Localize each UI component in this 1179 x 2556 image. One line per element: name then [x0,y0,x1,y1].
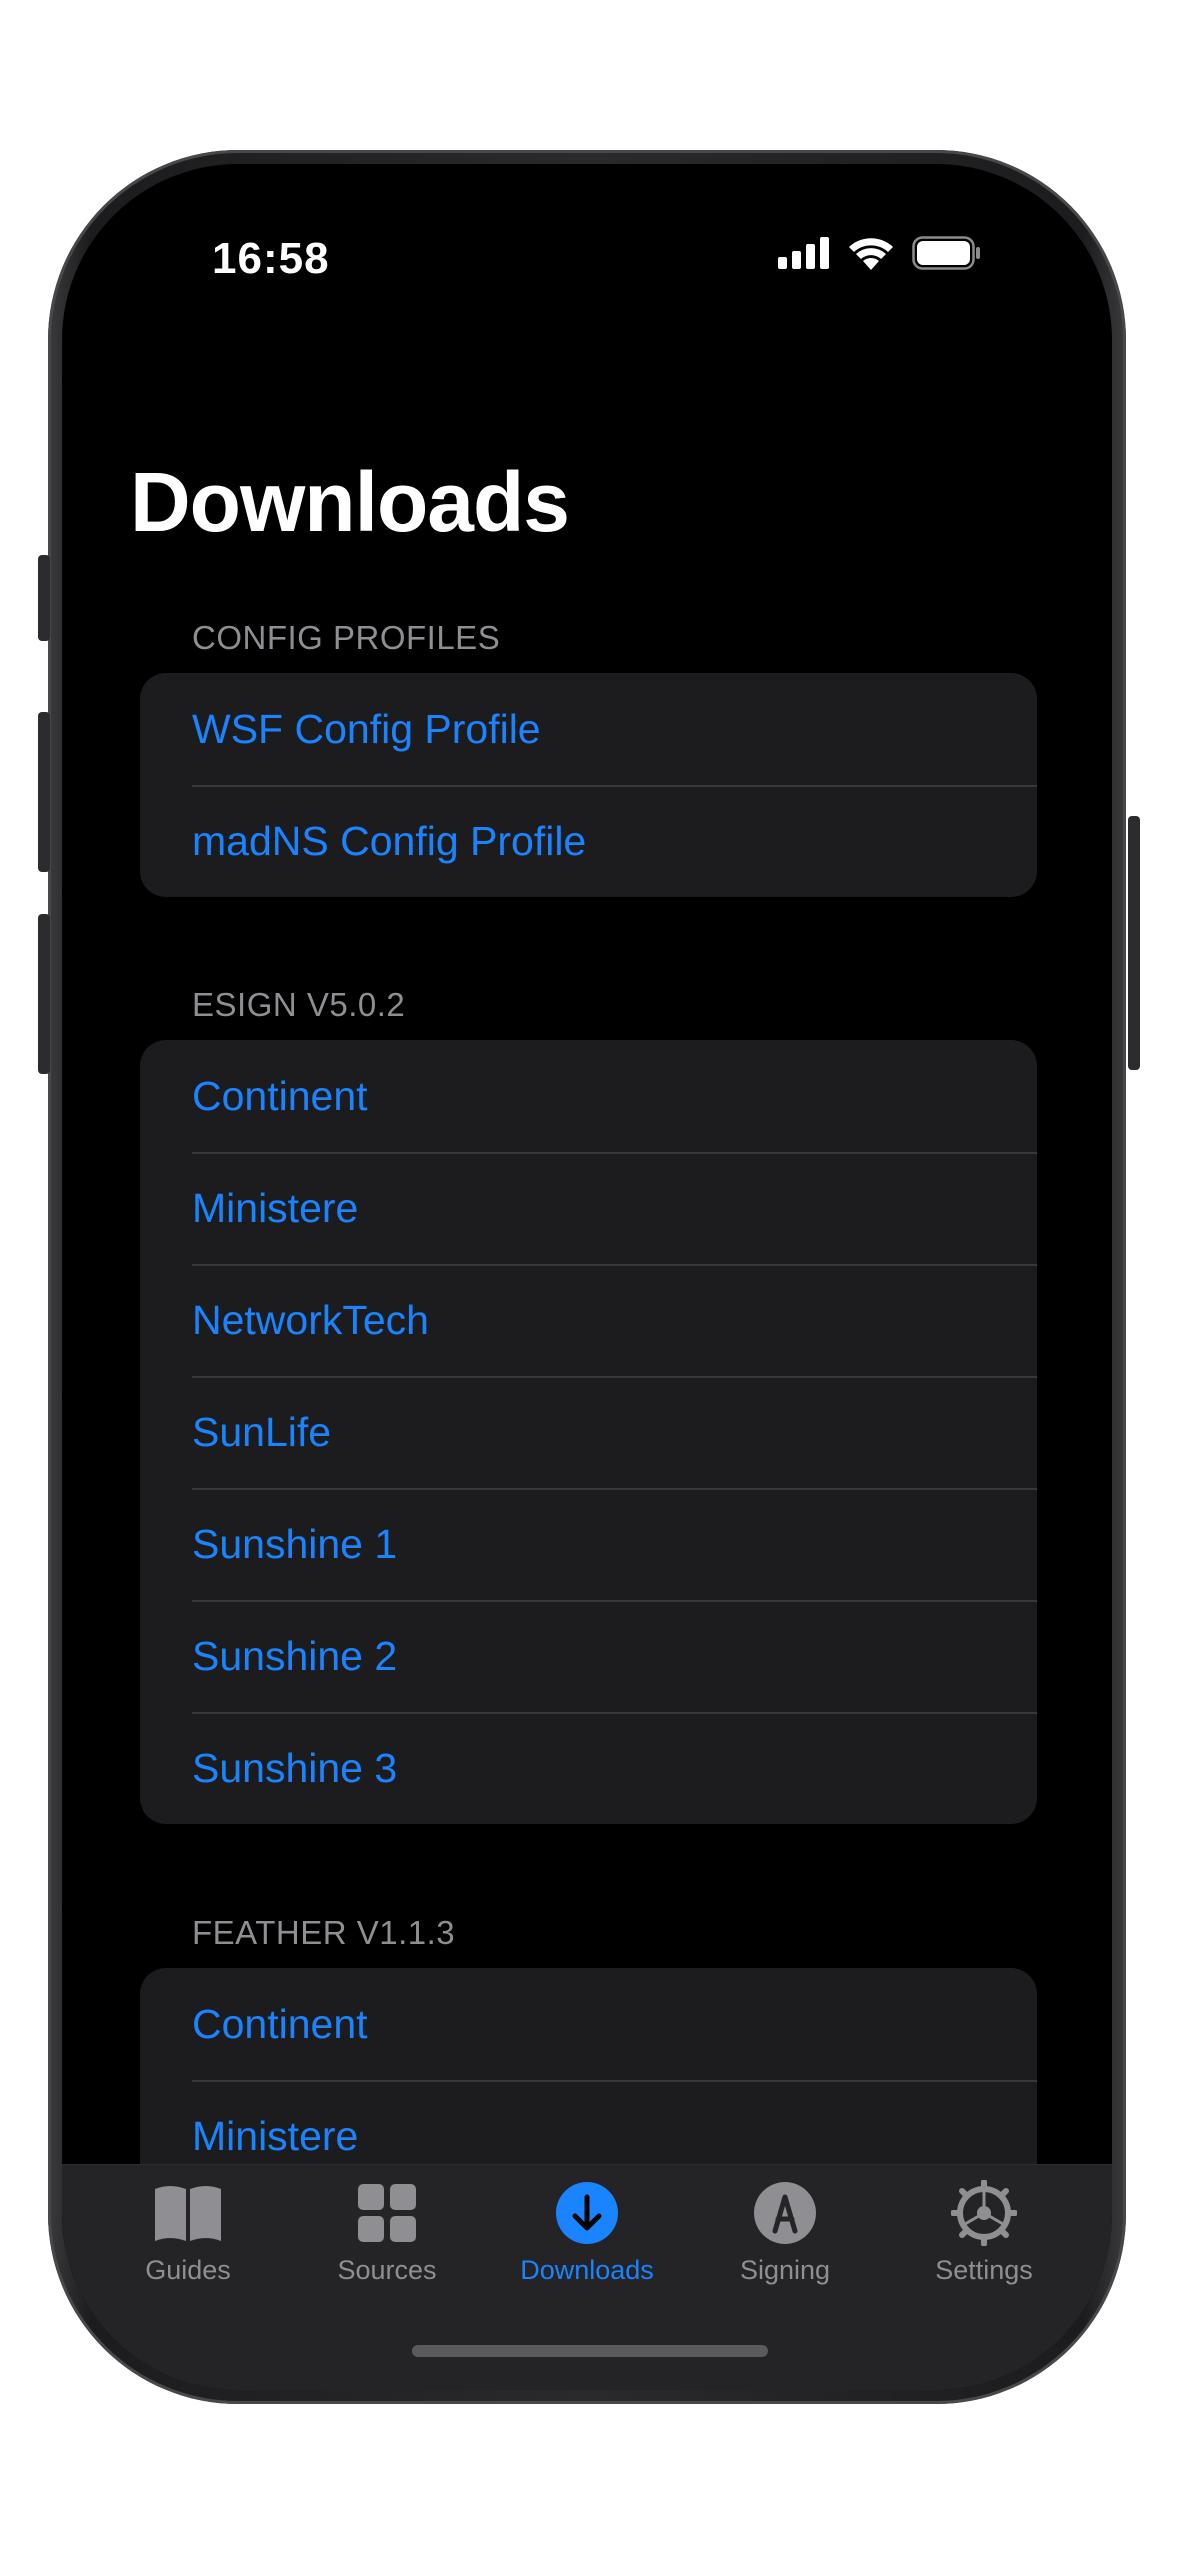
esign-group: Continent Ministere NetworkTech SunLife … [140,1040,1037,1824]
section-header-esign: ESIGN V5.0.2 [192,986,406,1023]
list-item[interactable]: Sunshine 1 [140,1488,1037,1600]
volume-up-button [38,712,50,872]
list-item[interactable]: Sunshine 2 [140,1600,1037,1712]
tab-settings[interactable]: Settings [884,2177,1084,2286]
tab-label: Sources [337,2255,437,2285]
feather-group: Continent Ministere [140,1968,1037,2192]
list-item[interactable]: NetworkTech [140,1264,1037,1376]
screen: 16:58 Downloads CONFIG PROFILES WSF Conf… [62,164,1112,2390]
battery-icon [912,236,982,275]
status-icons [778,236,982,275]
list-item[interactable]: Continent [140,1040,1037,1152]
gear-icon [948,2177,1020,2249]
tab-guides[interactable]: Guides [88,2177,288,2286]
cellular-signal-icon [778,237,830,274]
tab-label: Guides [145,2255,231,2285]
home-indicator [412,2345,768,2357]
status-time: 16:58 [212,234,330,283]
list-item[interactable]: Ministere [140,1152,1037,1264]
list-item[interactable]: SunLife [140,1376,1037,1488]
list-item[interactable]: WSF Config Profile [140,673,1037,785]
volume-down-button [38,914,50,1074]
wifi-icon [848,236,894,275]
tab-signing[interactable]: Signing [685,2177,885,2286]
page-title: Downloads [130,455,570,549]
tab-label: Signing [739,2255,831,2285]
list-item[interactable]: Sunshine 3 [140,1712,1037,1824]
download-arrow-icon [551,2177,623,2249]
section-header-feather: FEATHER V1.1.3 [192,1914,456,1951]
action-button [38,555,50,641]
list-item[interactable]: Continent [140,1968,1037,2080]
tab-label: Downloads [520,2255,654,2285]
tab-sources[interactable]: Sources [287,2177,487,2286]
grid-icon [351,2177,423,2249]
status-bar: 16:58 [62,164,1112,364]
book-icon [152,2177,224,2249]
list-item[interactable]: madNS Config Profile [140,785,1037,897]
section-header-config-profiles: CONFIG PROFILES [192,619,501,656]
tab-label: Settings [935,2255,1033,2285]
config-profiles-group: WSF Config Profile madNS Config Profile [140,673,1037,897]
tab-downloads[interactable]: Downloads [487,2177,687,2286]
app-store-icon [749,2177,821,2249]
power-button [1128,816,1140,1070]
tab-bar: Guides Sources Downloads Signing Setting… [62,2164,1112,2390]
